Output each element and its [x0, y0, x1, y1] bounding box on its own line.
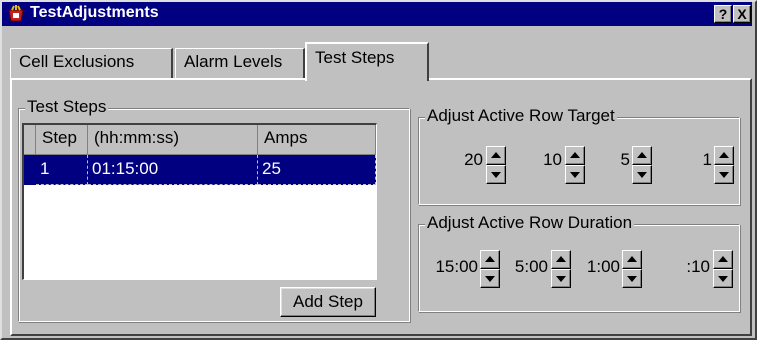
tab-test-steps[interactable]: Test Steps: [305, 42, 429, 81]
tab-label: Cell Exclusions: [19, 52, 135, 71]
target-step-label: 20: [464, 150, 483, 169]
spin-down-button[interactable]: [714, 165, 734, 184]
arrow-up-icon: [637, 152, 647, 158]
column-header-label: (hh:mm:ss): [94, 128, 179, 147]
tab-cell-exclusions[interactable]: Cell Exclusions: [10, 48, 173, 78]
arrow-up-icon: [556, 256, 566, 262]
window-title: TestAdjustments: [30, 4, 159, 21]
spin-up-button[interactable]: [714, 146, 734, 165]
adjust-target-group-title: Adjust Active Row Target: [425, 106, 617, 126]
arrow-up-icon: [627, 256, 637, 262]
tab-alarm-levels[interactable]: Alarm Levels: [175, 48, 305, 78]
grid-corner: [24, 125, 36, 155]
test-steps-grid[interactable]: Step (hh:mm:ss) Amps 1 01:15:00 25: [22, 123, 377, 280]
arrow-down-icon: [719, 172, 729, 178]
spin-up-button[interactable]: [622, 250, 642, 269]
grid-corner-cell: [24, 125, 36, 155]
duration-step-label: 1:00: [586, 257, 620, 276]
spin-up-button[interactable]: [480, 250, 500, 269]
tab-label: Test Steps: [315, 48, 395, 67]
cell-step[interactable]: 1: [36, 155, 88, 185]
duration-step-spinner[interactable]: [480, 250, 500, 288]
arrow-down-icon: [491, 172, 501, 178]
arrow-down-icon: [718, 276, 728, 282]
column-header-label: Step: [42, 128, 77, 147]
arrow-up-icon: [485, 256, 495, 262]
spin-up-button[interactable]: [486, 146, 506, 165]
spin-down-button[interactable]: [632, 165, 652, 184]
cell-time[interactable]: 01:15:00: [88, 155, 258, 185]
help-button[interactable]: ?: [714, 5, 732, 23]
duration-step-spinner[interactable]: [551, 250, 571, 288]
arrow-down-icon: [556, 276, 566, 282]
target-step-label: 1: [702, 150, 712, 169]
column-header-time[interactable]: (hh:mm:ss): [88, 125, 258, 155]
arrow-up-icon: [570, 152, 580, 158]
duration-step-label: 15:00: [435, 257, 478, 276]
spin-down-button[interactable]: [713, 269, 733, 288]
duration-step-label: :10: [686, 257, 710, 276]
title-bar[interactable]: TestAdjustments ? X: [2, 2, 752, 26]
spin-down-button[interactable]: [486, 165, 506, 184]
arrow-down-icon: [570, 172, 580, 178]
arrow-down-icon: [485, 276, 495, 282]
arrow-up-icon: [718, 256, 728, 262]
column-header-step[interactable]: Step: [36, 125, 88, 155]
spin-down-button[interactable]: [565, 165, 585, 184]
target-step-spinner[interactable]: [632, 146, 652, 184]
duration-step-spinner[interactable]: [713, 250, 733, 288]
spin-down-button[interactable]: [480, 269, 500, 288]
spin-up-button[interactable]: [551, 250, 571, 269]
target-step-spinner[interactable]: [714, 146, 734, 184]
target-step-label: 5: [620, 150, 630, 169]
tab-label: Alarm Levels: [184, 52, 283, 71]
arrow-down-icon: [637, 172, 647, 178]
target-step-spinner[interactable]: [486, 146, 506, 184]
spin-up-button[interactable]: [713, 250, 733, 269]
row-selector[interactable]: [24, 155, 36, 185]
arrow-up-icon: [491, 152, 501, 158]
cell-amps[interactable]: 25: [258, 155, 376, 185]
spin-down-button[interactable]: [551, 269, 571, 288]
add-step-button[interactable]: Add Step: [280, 287, 376, 317]
close-button[interactable]: X: [733, 5, 751, 23]
arrow-up-icon: [719, 152, 729, 158]
spin-up-button[interactable]: [632, 146, 652, 165]
spin-down-button[interactable]: [622, 269, 642, 288]
arrow-down-icon: [627, 276, 637, 282]
app-icon: [8, 5, 24, 22]
duration-step-label: 5:00: [514, 257, 548, 276]
test-steps-group-title: Test Steps: [25, 97, 109, 117]
spin-up-button[interactable]: [565, 146, 585, 165]
target-step-label: 10: [543, 150, 562, 169]
duration-step-spinner[interactable]: [622, 250, 642, 288]
column-header-amps[interactable]: Amps: [258, 125, 376, 155]
column-header-label: Amps: [264, 128, 308, 147]
adjust-duration-group-title: Adjust Active Row Duration: [425, 213, 635, 233]
target-step-spinner[interactable]: [565, 146, 585, 184]
